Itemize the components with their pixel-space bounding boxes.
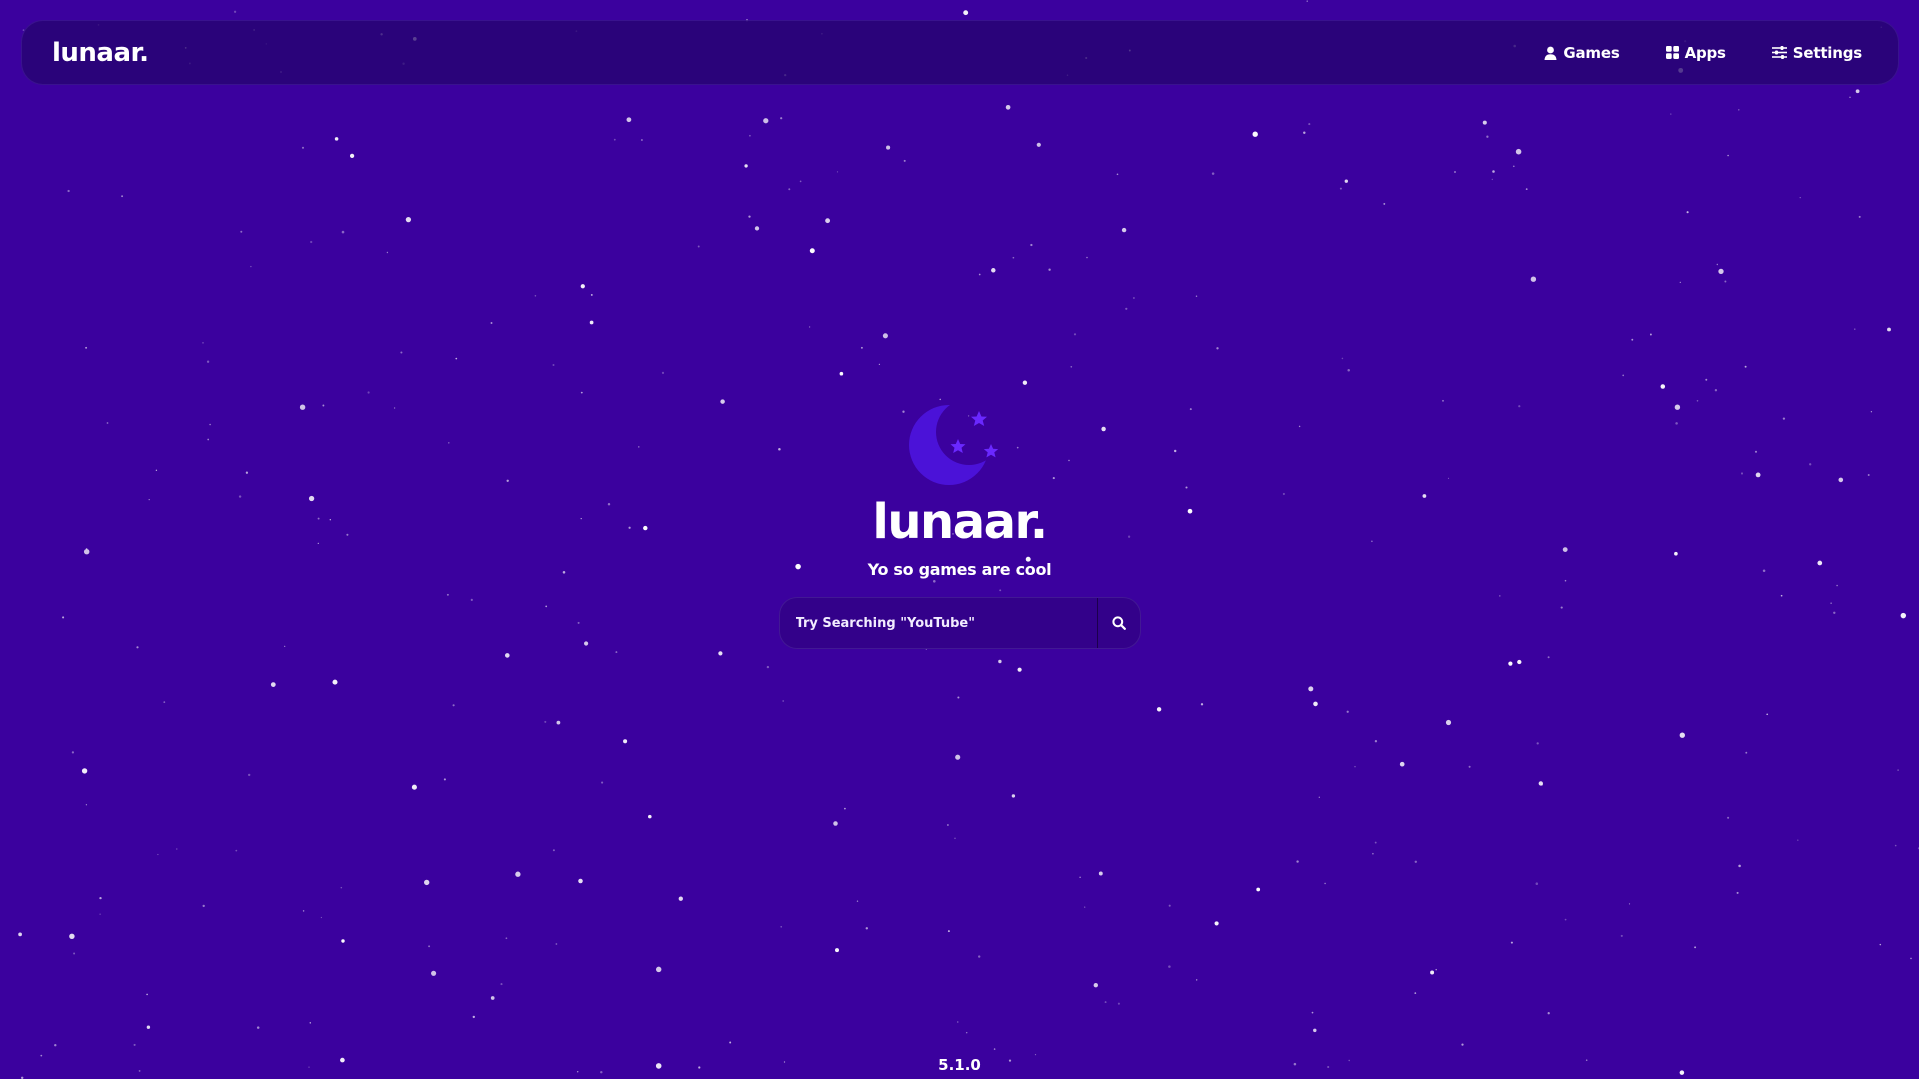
grid-icon xyxy=(1665,46,1679,59)
navbar: lunaar. Games Apps Settings xyxy=(21,20,1899,85)
search-button[interactable] xyxy=(1096,598,1140,648)
nav-apps-label: Apps xyxy=(1684,43,1726,62)
user-icon xyxy=(1544,46,1557,60)
version-label: 5.1.0 xyxy=(938,1056,981,1074)
hero: lunaar. Yo so games are cool xyxy=(0,395,1919,649)
nav-settings-label: Settings xyxy=(1792,43,1862,62)
brand-logo[interactable]: lunaar. xyxy=(52,38,149,68)
nav-settings-link[interactable]: Settings xyxy=(1771,43,1862,62)
sliders-icon xyxy=(1771,46,1787,59)
search-input[interactable] xyxy=(779,598,1097,648)
nav-apps-link[interactable]: Apps xyxy=(1665,43,1726,62)
nav-games-link[interactable]: Games xyxy=(1544,43,1620,62)
hero-title: lunaar. xyxy=(872,494,1048,550)
moon-stars-icon xyxy=(905,395,1015,490)
page: lunaar. Games Apps Settings lunaar. Yo s… xyxy=(0,0,1919,1079)
search-icon xyxy=(1111,616,1126,630)
hero-subtitle: Yo so games are cool xyxy=(867,560,1052,579)
search-bar xyxy=(778,597,1141,649)
moon-logo-svg xyxy=(908,405,998,485)
nav-games-label: Games xyxy=(1563,43,1620,62)
nav-links: Games Apps Settings xyxy=(1544,44,1862,62)
